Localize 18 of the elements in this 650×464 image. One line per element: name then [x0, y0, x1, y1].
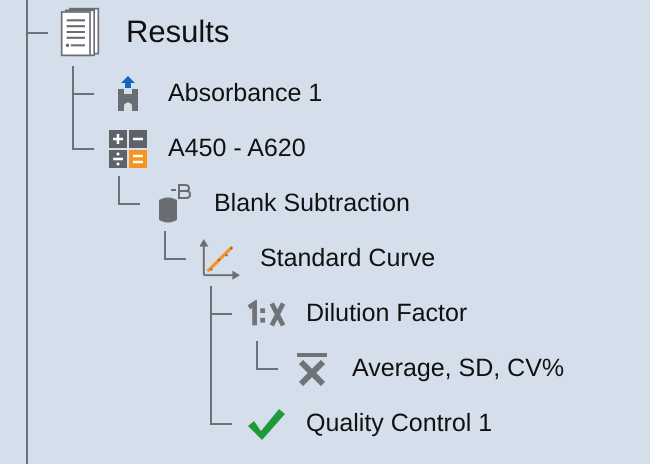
- tree-connector: [118, 176, 140, 205]
- tree-item-label[interactable]: Standard Curve: [260, 244, 436, 273]
- tree-item-label[interactable]: Results: [126, 14, 230, 50]
- tree-item-label[interactable]: Dilution Factor: [306, 299, 468, 328]
- ratio-icon: [246, 300, 286, 328]
- line-chart-icon: [200, 238, 240, 280]
- tree-connector: [164, 231, 186, 260]
- cylinder-minus-icon: [157, 184, 191, 224]
- tree-connector: [256, 341, 278, 370]
- tree-item-label[interactable]: Average, SD, CV%: [352, 354, 564, 383]
- tree-item-label[interactable]: A450 - A620: [168, 134, 306, 163]
- calculator-icon: [108, 128, 148, 168]
- tree-item-label[interactable]: Quality Control 1: [306, 409, 492, 438]
- tree-item-label[interactable]: Absorbance 1: [168, 79, 322, 108]
- mean-icon: [296, 352, 328, 386]
- tree-connector: [210, 396, 232, 425]
- tree-item-label[interactable]: Blank Subtraction: [214, 189, 410, 218]
- tree-connector: [72, 121, 94, 150]
